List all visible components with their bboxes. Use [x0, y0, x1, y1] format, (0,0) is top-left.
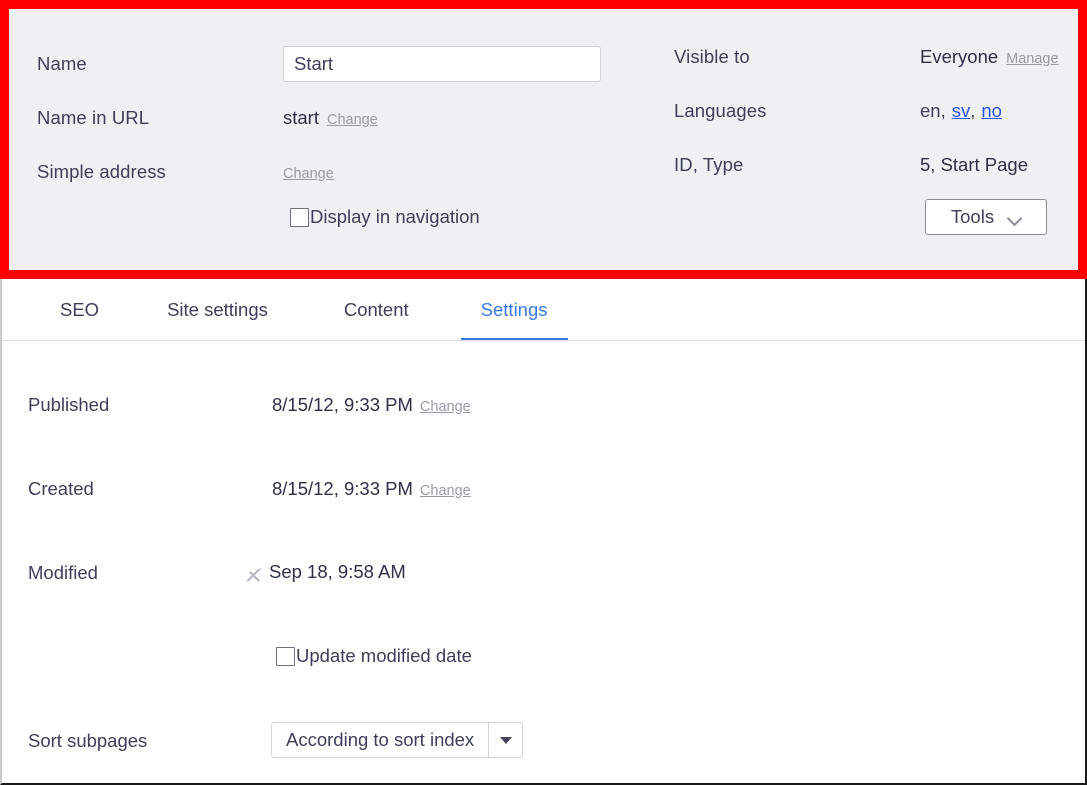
sort-subpages-label: Sort subpages	[28, 730, 148, 751]
modified-value: Sep 18, 9:58 AM	[269, 561, 406, 582]
display-in-navigation-checkbox[interactable]	[290, 207, 309, 227]
published-value-group: 8/15/12, 9:33 PM Change	[272, 393, 471, 417]
tab-settings-label: Settings	[480, 299, 548, 320]
published-value: 8/15/12, 9:33 PM	[272, 394, 413, 415]
created-change-link[interactable]: Change	[420, 483, 471, 499]
sort-subpages-select[interactable]: According to sort index	[271, 722, 524, 758]
update-modified-date-checkbox[interactable]	[276, 646, 295, 666]
sort-subpages-selected-value: According to sort index	[286, 729, 475, 750]
field-row-simple-address: Simple address	[37, 160, 166, 184]
update-modified-date-label: Update modified date	[296, 645, 472, 666]
language-separator-1: ,	[940, 100, 946, 121]
update-modified-date-row[interactable]: Update modified date	[276, 645, 472, 667]
settings-row-created: Created	[28, 477, 94, 501]
tab-seo-label: SEO	[60, 299, 100, 320]
name-in-url-value-group: start Change	[283, 106, 378, 130]
visible-to-value: Everyone	[920, 46, 999, 67]
settings-row-modified: Modified	[28, 561, 98, 585]
published-change-link[interactable]: Change	[420, 399, 471, 415]
visible-to-label: Visible to	[674, 46, 750, 67]
tab-bar: SEO Site settings Content Settings	[0, 279, 1087, 341]
settings-row-published: Published	[28, 393, 109, 417]
created-label: Created	[28, 478, 94, 499]
modified-label: Modified	[28, 562, 98, 583]
language-separator-2: ,	[970, 100, 976, 121]
tab-content[interactable]: Content	[308, 279, 445, 341]
field-row-name: Name	[37, 45, 87, 83]
simple-address-label: Simple address	[37, 161, 166, 182]
simple-address-change-link[interactable]: Change	[283, 166, 334, 182]
visible-to-value-group: Everyone Manage	[920, 45, 1059, 69]
tab-content-label: Content	[343, 299, 409, 320]
settings-body: Published 8/15/12, 9:33 PM Change Create…	[0, 341, 1087, 785]
field-row-id-type: ID, Type	[674, 153, 743, 177]
tab-site-settings-label: Site settings	[167, 299, 268, 320]
published-label: Published	[28, 394, 110, 415]
languages-label: Languages	[674, 100, 767, 121]
display-in-navigation-label: Display in navigation	[310, 206, 480, 227]
field-row-visible-to: Visible to	[674, 45, 750, 69]
field-row-languages: Languages	[674, 99, 766, 123]
name-input[interactable]	[283, 46, 601, 82]
display-in-navigation-row[interactable]: Display in navigation	[290, 206, 480, 228]
modified-value-group: Sep 18, 9:58 AM	[245, 559, 406, 585]
settings-row-sort-subpages: Sort subpages	[28, 729, 147, 753]
name-in-url-change-link[interactable]: Change	[327, 112, 378, 128]
language-link-no[interactable]: no	[981, 100, 1002, 122]
page-header-panel: Name Name in URL start Change Simple add…	[9, 9, 1078, 270]
page-header-panel-highlight: Name Name in URL start Change Simple add…	[0, 0, 1087, 279]
triangle-down-icon	[499, 736, 512, 744]
simple-address-value-group: Change	[283, 162, 334, 186]
pen-edit-icon	[245, 566, 264, 585]
id-type-label: ID, Type	[674, 154, 744, 175]
created-value: 8/15/12, 9:33 PM	[272, 478, 413, 499]
id-type-value: 5, Start Page	[920, 154, 1028, 175]
created-value-group: 8/15/12, 9:33 PM Change	[272, 477, 471, 501]
tools-button[interactable]: Tools	[925, 199, 1047, 235]
name-in-url-value: start	[283, 107, 319, 128]
tools-button-label: Tools	[950, 206, 995, 227]
id-type-value-group: 5, Start Page	[920, 153, 1028, 177]
language-current: en	[920, 100, 941, 121]
tab-seo[interactable]: SEO	[32, 279, 127, 341]
visible-to-manage-link[interactable]: Manage	[1006, 51, 1058, 67]
sort-subpages-dropdown-arrow[interactable]	[488, 723, 522, 757]
language-link-sv[interactable]: sv	[952, 100, 971, 122]
chevron-down-icon	[1008, 213, 1021, 221]
languages-value-group: en, sv, no	[920, 99, 1002, 123]
page-settings-screen: Name Name in URL start Change Simple add…	[0, 0, 1087, 785]
field-row-name-in-url: Name in URL	[37, 106, 149, 130]
name-label: Name	[37, 53, 87, 74]
tab-settings[interactable]: Settings	[445, 279, 584, 341]
tab-site-settings[interactable]: Site settings	[127, 279, 308, 341]
name-in-url-label: Name in URL	[37, 107, 150, 128]
tab-list: SEO Site settings Content Settings	[32, 279, 584, 341]
